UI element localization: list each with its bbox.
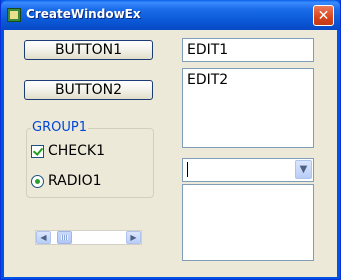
- group-label: GROUP1: [31, 120, 88, 135]
- radio-dot-icon[interactable]: [31, 175, 44, 188]
- edit1-value: EDIT1: [187, 42, 229, 58]
- edit2-value: EDIT2: [187, 72, 229, 88]
- title-bar[interactable]: CreateWindowEx ✕: [1, 0, 340, 30]
- combobox-list[interactable]: [182, 184, 314, 261]
- check-icon[interactable]: [31, 145, 44, 158]
- combobox-input[interactable]: ▼: [182, 158, 314, 182]
- close-icon: ✕: [317, 7, 330, 24]
- scroll-left-glyph: ◀: [40, 233, 47, 242]
- scroll-right-glyph: ▶: [130, 233, 137, 242]
- close-button[interactable]: ✕: [313, 5, 334, 26]
- edit1-field[interactable]: EDIT1: [182, 38, 314, 62]
- client-area: BUTTON1 BUTTON2 GROUP1 CHECK1 RADIO1 ◀ ▶…: [4, 30, 337, 277]
- scroll-left-icon[interactable]: ◀: [36, 231, 51, 244]
- radio-label[interactable]: RADIO1: [48, 173, 102, 189]
- app-window: CreateWindowEx ✕ BUTTON1 BUTTON2 GROUP1 …: [0, 0, 341, 280]
- scroll-right-icon[interactable]: ▶: [126, 231, 141, 244]
- dropdown-arrow-icon[interactable]: ▼: [295, 160, 312, 179]
- horizontal-scrollbar[interactable]: ◀ ▶: [35, 230, 142, 245]
- button1[interactable]: BUTTON1: [24, 40, 153, 60]
- button2[interactable]: BUTTON2: [24, 80, 153, 100]
- text-caret: [187, 162, 188, 177]
- checkbox-label[interactable]: CHECK1: [48, 143, 105, 159]
- window-title: CreateWindowEx: [26, 7, 141, 21]
- scroll-thumb[interactable]: [57, 231, 72, 244]
- edit2-field[interactable]: EDIT2: [182, 68, 314, 148]
- app-icon[interactable]: [7, 8, 21, 22]
